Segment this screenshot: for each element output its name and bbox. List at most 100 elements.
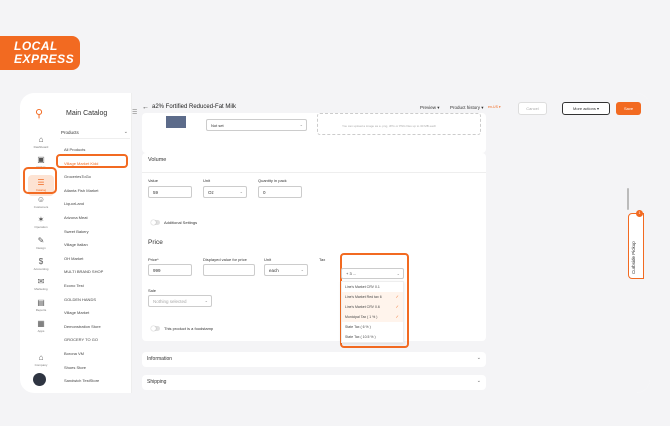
product-history-button[interactable]: Product history ▾ bbox=[450, 105, 484, 111]
catalog-item[interactable]: Arizona Meat bbox=[60, 213, 130, 227]
check-icon: ✓ bbox=[395, 314, 399, 319]
chevron-down-icon: ⌄ bbox=[299, 122, 303, 127]
catalog-item[interactable]: Village Italian bbox=[60, 240, 130, 254]
curbside-pickup-tab[interactable]: Curbside Pickup bbox=[628, 213, 644, 279]
display-price-input[interactable] bbox=[203, 264, 255, 276]
tax-select[interactable]: + 3 ... ⌄ bbox=[341, 268, 404, 279]
shipping-accordion[interactable]: Shipping ⌄ bbox=[142, 375, 486, 390]
rail-apps[interactable]: ▦ Apps bbox=[28, 319, 54, 333]
catalog-item[interactable]: Shoes Store bbox=[60, 363, 130, 377]
foodstamp-toggle[interactable] bbox=[151, 326, 160, 331]
upload-note: You can upload a image as a .png, JPG or… bbox=[342, 124, 437, 128]
tax-option[interactable]: Municipal Tax ( 1 % ) ✓ bbox=[342, 312, 403, 322]
selected-store-highlight bbox=[56, 154, 128, 168]
tax-label: Tax bbox=[319, 257, 326, 262]
price-unit-label: Unit bbox=[264, 257, 272, 262]
curbside-badge: 1 bbox=[636, 210, 643, 217]
rail-marketing[interactable]: ✉ Marketing bbox=[28, 277, 54, 291]
catalog-list: All Products Village Market Kidd Groceries… bbox=[60, 145, 130, 390]
check-icon: ✓ bbox=[395, 294, 399, 299]
users-icon: ☺ bbox=[36, 195, 46, 204]
information-title: Information bbox=[147, 356, 173, 362]
menu-collapse-icon[interactable]: ☰ bbox=[132, 109, 137, 116]
price-label: Price* bbox=[148, 257, 159, 262]
catalog-item[interactable]: LiquorLand bbox=[60, 199, 130, 213]
rail-customers[interactable]: ☺ Customers bbox=[28, 195, 54, 209]
rail-label: Operation bbox=[34, 225, 48, 229]
foodstamp-label: This product is a foodstamp bbox=[164, 326, 214, 331]
tax-option-label: State Tax ( 6 % ) bbox=[345, 325, 371, 329]
tax-dropdown: Line's Market CRV 0.1 Line's Market Red t… bbox=[341, 281, 404, 343]
scrollbar[interactable] bbox=[627, 188, 629, 210]
tax-option[interactable]: Line's Market CRV 0.1 bbox=[342, 282, 403, 292]
catalog-item[interactable]: Village Market bbox=[60, 308, 130, 322]
curbside-pickup-label: Curbside Pickup bbox=[631, 241, 636, 274]
rail-label: Dashboard bbox=[33, 145, 49, 149]
tax-option-label: Municipal Tax ( 1 % ) bbox=[345, 315, 378, 319]
tax-option-label: Line's Market CRV 0.6 bbox=[345, 305, 380, 309]
rail-design[interactable]: ✎ Design bbox=[28, 236, 54, 250]
tax-option-label: Line's Market CRV 0.1 bbox=[345, 285, 380, 289]
tax-option[interactable]: Line's Market Red tax 6 ✓ bbox=[342, 292, 403, 302]
additional-settings-toggle[interactable] bbox=[151, 220, 160, 225]
image-type-select[interactable]: Not set ⌄ bbox=[206, 119, 307, 131]
catalog-item[interactable]: Sweet Bakery bbox=[60, 227, 130, 241]
rail-label: Apps bbox=[37, 329, 45, 333]
avatar[interactable] bbox=[33, 373, 46, 386]
cancel-button[interactable]: Cancel bbox=[518, 102, 547, 115]
catalog-item[interactable]: Atlanta Fish Market bbox=[60, 186, 130, 200]
tax-option-label: State Tax ( 10.5 % ) bbox=[345, 335, 376, 339]
main-content: ☰ ← a2% Fortified Reduced-Fat Milk Previ… bbox=[132, 93, 650, 393]
rail-reports[interactable]: ▤ Reports bbox=[28, 298, 54, 312]
reports-icon: ▤ bbox=[37, 298, 45, 307]
value-label: Value bbox=[148, 178, 158, 183]
product-thumbnail[interactable] bbox=[166, 116, 186, 128]
tax-option[interactable]: State Tax ( 6 % ) bbox=[342, 322, 403, 332]
catalog-item[interactable]: Sandwich TestStore bbox=[60, 376, 130, 390]
chevron-down-icon: ⌄ bbox=[239, 189, 243, 194]
catalog-item[interactable]: Econo Test bbox=[60, 281, 130, 295]
unit-label: Unit bbox=[203, 178, 211, 183]
tax-option-label: Line's Market Red tax 6 bbox=[345, 295, 382, 299]
rail-dashboard[interactable]: ⌂ Dashboard bbox=[28, 135, 54, 149]
brand-logo: LOCAL EXPRESS bbox=[0, 36, 80, 70]
qty-input[interactable]: 0 bbox=[258, 186, 302, 198]
rail-label: Accounting bbox=[33, 267, 49, 271]
app-logo-icon[interactable]: ⚲ bbox=[35, 107, 45, 120]
marketing-icon: ✉ bbox=[37, 277, 45, 286]
volume-unit-select[interactable]: Oz ⌄ bbox=[203, 186, 247, 198]
information-accordion[interactable]: Information ⌄ bbox=[142, 352, 486, 367]
save-button[interactable]: Save bbox=[616, 102, 641, 115]
catalog-item[interactable]: GroceriesToGo bbox=[60, 172, 130, 186]
rail-operation[interactable]: ✶ Operation bbox=[28, 215, 54, 229]
bag-icon: ▣ bbox=[37, 155, 45, 164]
preview-button[interactable]: Preview ▾ bbox=[420, 105, 440, 111]
catalog-item[interactable]: Borona VM bbox=[60, 349, 130, 363]
app-window: ⚲ ⌂ Dashboard ▣ Orders ☰ Catalog ☺ Customers ✶ Op… bbox=[20, 93, 650, 393]
display-price-label: Displayed value for price bbox=[203, 257, 247, 262]
tax-option[interactable]: State Tax ( 10.5 % ) bbox=[342, 332, 403, 342]
price-input[interactable]: 999 bbox=[148, 264, 192, 276]
language-select[interactable]: en-US ▾ bbox=[488, 105, 501, 109]
catalog-item[interactable]: Demonstration Store bbox=[60, 322, 130, 336]
catalog-item[interactable]: GROCERY TO GO bbox=[60, 335, 130, 349]
catalog-item[interactable]: GOLDEN HANDS bbox=[60, 295, 130, 309]
products-dropdown[interactable]: Products ⌄ bbox=[60, 127, 130, 139]
volume-value-input[interactable]: 59 bbox=[148, 186, 192, 198]
apps-icon: ▦ bbox=[37, 319, 45, 328]
catalog-item[interactable]: MULTI BRAND SHOP bbox=[60, 267, 130, 281]
sale-label: Sale bbox=[148, 288, 157, 293]
catalog-item[interactable]: OH Market bbox=[60, 254, 130, 268]
back-arrow-icon[interactable]: ← bbox=[142, 104, 149, 111]
rail-label: Customers bbox=[33, 205, 49, 209]
rail-accounting[interactable]: $ Accounting bbox=[28, 257, 54, 271]
price-unit-select[interactable]: each ⌄ bbox=[264, 264, 308, 276]
rail-company[interactable]: ⌂ Company bbox=[28, 353, 54, 367]
more-actions-button[interactable]: More actions ▾ bbox=[562, 102, 610, 115]
sale-select[interactable]: Nothing selected ⌄ bbox=[148, 295, 212, 307]
page-title: a2% Fortified Reduced-Fat Milk bbox=[152, 104, 237, 110]
image-upload-area[interactable]: You can upload a image as a .png, JPG or… bbox=[317, 113, 481, 135]
tax-option[interactable]: Line's Market CRV 0.6 ✓ bbox=[342, 302, 403, 312]
volume-title: Volume bbox=[148, 157, 167, 163]
divider bbox=[142, 172, 486, 173]
